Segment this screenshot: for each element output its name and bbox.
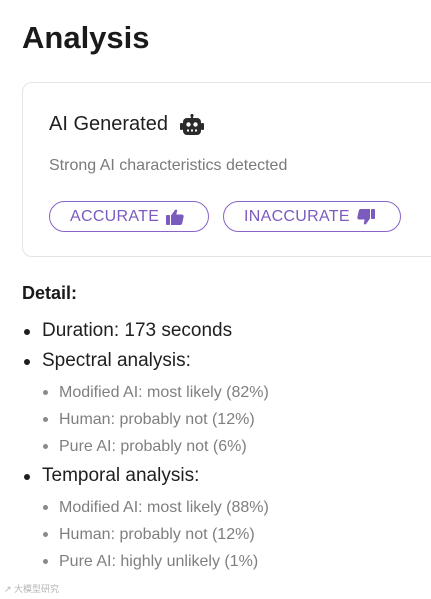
watermark: ↗ 大模型研究 <box>4 584 60 594</box>
spectral-analysis-item: Spectral analysis: Modified AI: most lik… <box>22 347 422 460</box>
list-item: Human: probably not (12%) <box>42 521 422 548</box>
result-header: AI Generated <box>49 113 204 136</box>
thumbs-up-icon <box>166 209 184 225</box>
spectral-analysis-list: Modified AI: most likely (82%) Human: pr… <box>42 379 422 460</box>
temporal-analysis-item: Temporal analysis: Modified AI: most lik… <box>22 462 422 575</box>
robot-icon <box>179 113 204 135</box>
list-item: Human: probably not (12%) <box>42 406 422 433</box>
detail-heading: Detail: <box>22 283 78 303</box>
result-subtitle: Strong AI characteristics detected <box>49 157 288 174</box>
detail-list: Duration: 173 seconds Spectral analysis:… <box>22 317 422 575</box>
list-item: Pure AI: probably not (6%) <box>42 433 422 460</box>
duration-text: Duration: 173 seconds <box>42 320 233 341</box>
temporal-analysis-label: Temporal analysis: <box>42 465 200 486</box>
list-item: Modified AI: most likely (82%) <box>42 379 422 406</box>
page-title: Analysis <box>22 20 150 55</box>
spectral-analysis-label: Spectral analysis: <box>42 350 191 371</box>
thumbs-down-icon <box>357 208 375 224</box>
accurate-button[interactable]: ACCURATE <box>49 201 209 232</box>
list-item: Pure AI: highly unlikely (1%) <box>42 548 422 575</box>
inaccurate-button-label: INACCURATE <box>244 207 350 225</box>
accurate-button-label: ACCURATE <box>70 207 160 225</box>
temporal-analysis-list: Modified AI: most likely (88%) Human: pr… <box>42 494 422 575</box>
duration-item: Duration: 173 seconds <box>22 317 422 345</box>
inaccurate-button[interactable]: INACCURATE <box>223 201 401 232</box>
result-card: AI Generated Strong AI characteristics d… <box>22 82 431 257</box>
result-label: AI Generated <box>49 113 168 135</box>
list-item: Modified AI: most likely (88%) <box>42 494 422 521</box>
